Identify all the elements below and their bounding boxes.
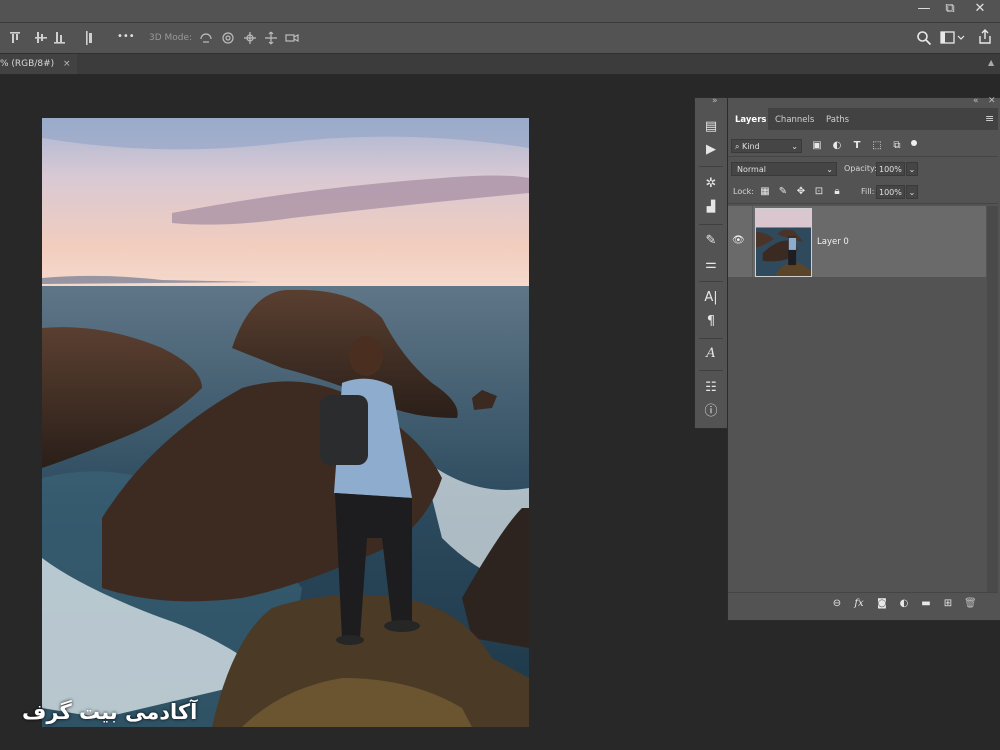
panel-tab-strip	[728, 108, 998, 130]
filter-pixel-icon[interactable]: ▣	[811, 140, 823, 152]
divider	[752, 206, 753, 277]
histogram-icon[interactable]: ▟	[700, 198, 722, 216]
divider	[728, 156, 998, 157]
visibility-eye-icon[interactable]: 👁︎	[732, 235, 745, 246]
blend-mode-select[interactable]: Normal ⌄	[731, 162, 837, 176]
dock-divider	[699, 224, 723, 225]
canvas-photo	[42, 118, 529, 727]
dock-divider	[699, 338, 723, 339]
delete-layer-icon[interactable]: 🗑︎	[964, 598, 977, 610]
align-icons	[10, 31, 92, 45]
more-options-button[interactable]: •••	[117, 31, 135, 42]
fill-label: Fill:	[861, 187, 875, 196]
blend-mode-value: Normal	[737, 165, 766, 174]
layer-thumbnail-image	[756, 209, 811, 276]
filter-adjustment-icon[interactable]: ◐	[831, 140, 843, 152]
layer-name[interactable]: Layer 0	[817, 237, 849, 247]
fill-dropdown[interactable]: ⌄	[906, 185, 918, 199]
dock-divider	[699, 166, 723, 167]
dock-divider	[699, 370, 723, 371]
document-tab-title: % (RGB/8#)	[0, 59, 55, 69]
opacity-dropdown[interactable]: ⌄	[906, 162, 918, 176]
close-tab-button[interactable]: ×	[63, 59, 71, 69]
brushes-icon[interactable]: ✎	[700, 232, 722, 250]
layer-thumbnail	[755, 208, 812, 277]
new-group-icon[interactable]: ▬	[920, 598, 932, 610]
panel-collapse-button[interactable]: «	[973, 96, 979, 106]
minimize-button[interactable]: —	[910, 0, 938, 20]
info-icon[interactable]: ⓘ	[700, 403, 722, 421]
character-icon[interactable]: A|	[700, 289, 722, 307]
tab-paths[interactable]: Paths	[826, 110, 849, 130]
panel-close-button[interactable]: ✕	[988, 96, 996, 106]
layers-scrollbar[interactable]	[987, 206, 998, 592]
document-tab[interactable]: % (RGB/8#) ×	[0, 54, 77, 74]
fill-input[interactable]: 100%	[876, 185, 905, 199]
document-tab-bar	[0, 54, 1000, 75]
history-icon[interactable]: ▤	[700, 118, 722, 136]
search-icon: ⌕	[735, 142, 740, 151]
workspace-icon[interactable]	[940, 30, 966, 46]
tab-layers[interactable]: Layers	[735, 110, 766, 130]
chevron-down-icon: ⌄	[791, 142, 798, 151]
3d-mode-icons[interactable]	[198, 30, 302, 46]
chevron-down-icon: ⌄	[826, 165, 833, 174]
filter-kind-label: Kind	[742, 142, 760, 151]
lock-artboard-icon[interactable]: ⊡	[813, 186, 825, 198]
filter-smart-object-icon[interactable]: ⧉	[891, 140, 903, 152]
close-window-button[interactable]: ✕	[966, 0, 994, 20]
lock-image-icon[interactable]: ✎	[777, 186, 789, 198]
glyphs-icon[interactable]: A	[700, 345, 722, 363]
link-layers-icon[interactable]: ⊖	[831, 598, 843, 610]
lock-position-icon[interactable]: ✥	[795, 186, 807, 198]
filter-toggle-icon[interactable]	[911, 140, 917, 146]
scroll-up-arrow[interactable]: ▲	[988, 58, 994, 67]
properties-icon[interactable]: ☷	[700, 379, 722, 397]
actions-play-icon[interactable]: ▶	[700, 141, 722, 159]
divider	[728, 203, 998, 204]
add-mask-icon[interactable]: ◙	[876, 598, 888, 610]
lock-all-icon[interactable]: 🔒︎	[831, 186, 843, 198]
navigator-icon[interactable]: ✲	[700, 175, 722, 193]
filter-kind-select[interactable]: ⌕ Kind ⌄	[731, 139, 802, 153]
3d-mode-label: 3D Mode:	[149, 33, 193, 43]
brush-settings-icon[interactable]: ⚌	[700, 256, 722, 274]
opacity-label: Opacity:	[844, 164, 877, 173]
filter-shape-icon[interactable]: ⬚	[871, 140, 883, 152]
filter-type-icon[interactable]: T	[851, 140, 863, 152]
divider	[728, 592, 998, 593]
dock-collapse-button[interactable]: »	[712, 96, 718, 106]
watermark-text: آکادمی بیت گرف	[22, 700, 198, 724]
tab-channels[interactable]: Channels	[775, 110, 814, 130]
panel-menu-button[interactable]: ≡	[985, 112, 994, 125]
lock-transparent-icon[interactable]: ▦	[759, 186, 771, 198]
paragraph-icon[interactable]: ¶	[700, 313, 722, 331]
opacity-input[interactable]: 100%	[876, 162, 905, 176]
fx-icon[interactable]: fx	[853, 598, 865, 610]
title-bar	[0, 0, 1000, 23]
dock-divider	[699, 281, 723, 282]
restore-button[interactable]: ⧉	[936, 0, 964, 20]
share-icon[interactable]	[977, 29, 993, 45]
canvas-image[interactable]	[42, 118, 529, 727]
new-layer-icon[interactable]: ⊞	[942, 598, 954, 610]
search-icon[interactable]	[916, 30, 932, 46]
adjustment-layer-icon[interactable]: ◐	[898, 598, 910, 610]
lock-label: Lock:	[733, 187, 754, 196]
